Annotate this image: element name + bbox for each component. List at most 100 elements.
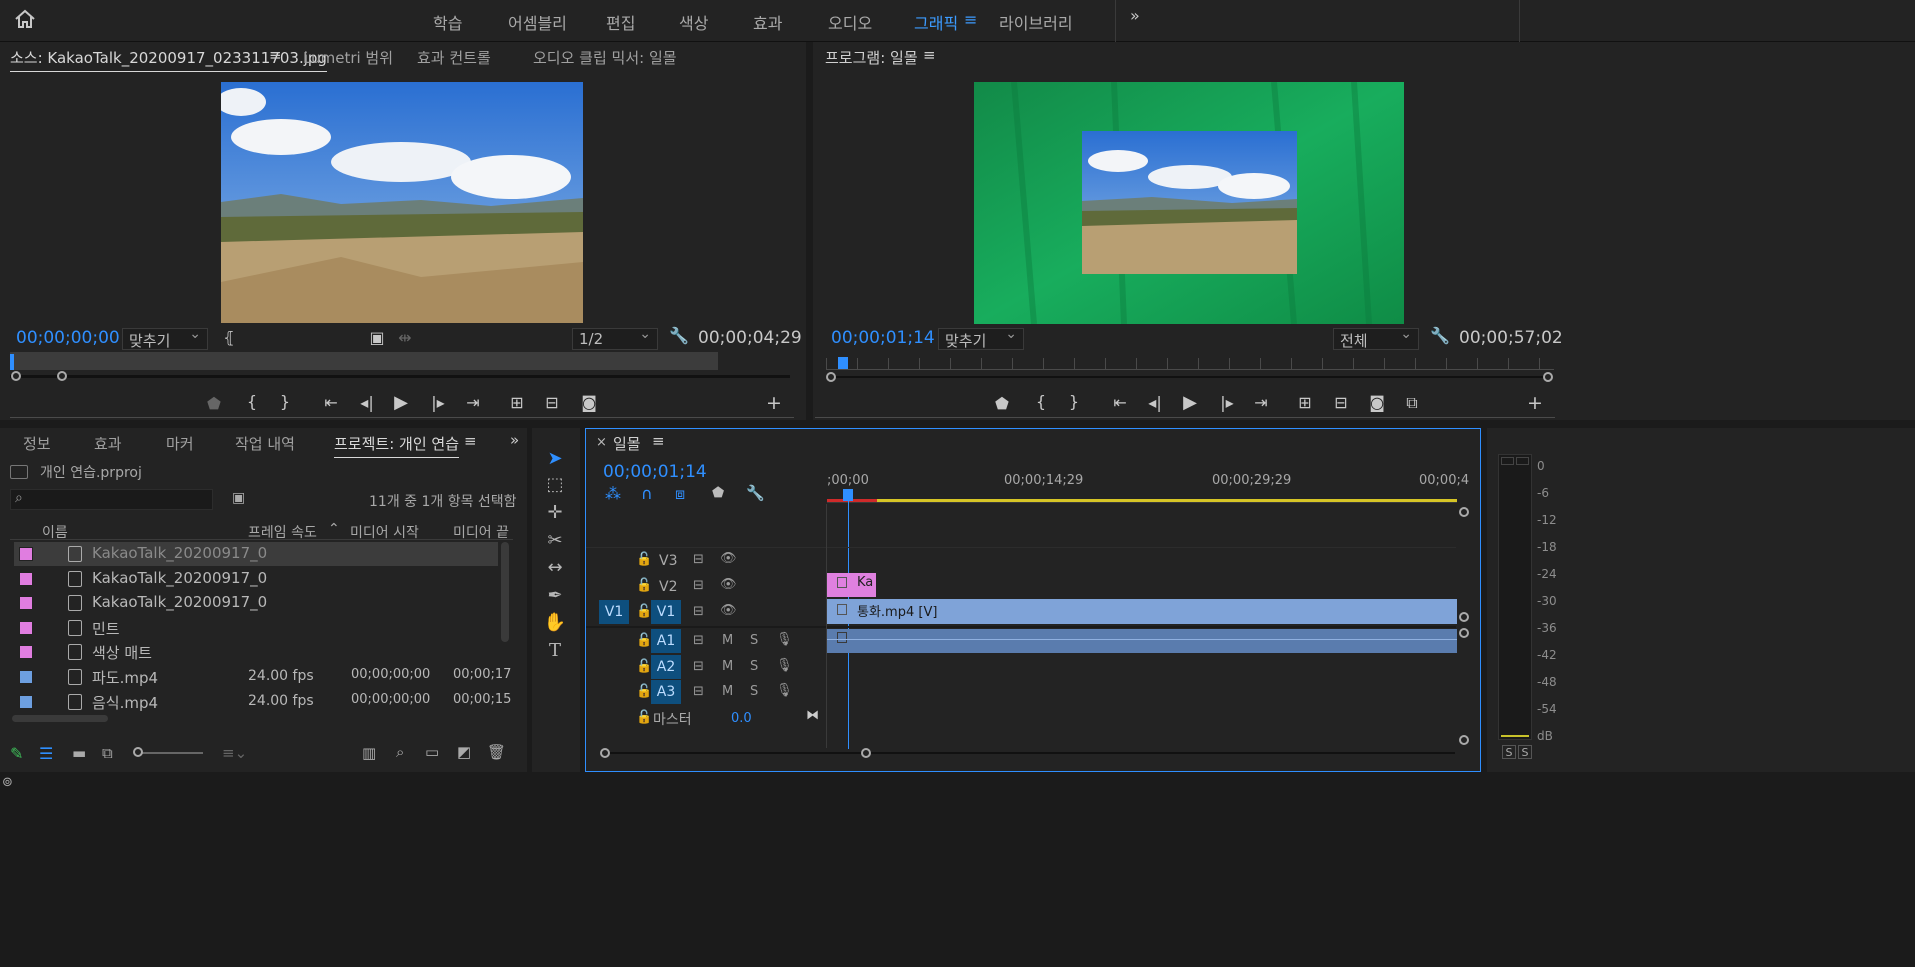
column-name[interactable]: 이름	[42, 522, 68, 542]
vertical-zoom-handle[interactable]	[1459, 628, 1469, 638]
track-label-a1[interactable]: A1	[651, 629, 681, 653]
vertical-zoom-handle[interactable]	[1459, 735, 1469, 745]
program-resolution-dropdown[interactable]: 전체	[1333, 326, 1419, 350]
go-to-edit-icon[interactable]: ⧓	[806, 708, 819, 723]
razor-tool-icon[interactable]: ✂	[541, 528, 569, 554]
project-list-item[interactable]: 음식.mp4 24.00 fps 00;00;00;00 00;00;15	[14, 690, 511, 714]
overwrite-icon[interactable]: ⊟	[541, 393, 563, 412]
lock-icon[interactable]: 🔓	[636, 604, 652, 619]
add-marker-icon[interactable]: ⬟	[991, 394, 1013, 413]
extract-icon[interactable]: ⊟	[1330, 393, 1352, 412]
label-color-swatch[interactable]	[19, 620, 33, 635]
source-scrub-bar[interactable]	[10, 352, 718, 370]
workspace-effects[interactable]: 효과	[753, 10, 782, 34]
zoom-slider[interactable]	[135, 752, 203, 754]
workspace-graphics[interactable]: 그래픽	[914, 10, 958, 34]
step-back-icon[interactable]: ◂|	[356, 393, 378, 412]
go-to-out-icon[interactable]: ⇥	[1250, 393, 1272, 412]
settings-wrench-icon[interactable]: 🔧	[1429, 326, 1451, 345]
track-label-a2[interactable]: A2	[651, 655, 681, 679]
timeline-menu-icon[interactable]: ≡	[652, 432, 665, 450]
label-color-swatch[interactable]	[19, 694, 33, 709]
project-list-item[interactable]: 민트	[14, 616, 498, 640]
column-media-start[interactable]: 미디어 시작	[350, 522, 419, 542]
step-forward-icon[interactable]: |▸	[427, 393, 449, 412]
eye-icon[interactable]: 👁	[720, 603, 737, 618]
zoom-handle-right[interactable]	[861, 748, 871, 758]
work-area-bar[interactable]	[827, 499, 1457, 502]
go-to-in-icon[interactable]: ⇤	[320, 393, 342, 412]
tab-effects[interactable]: 효과	[94, 433, 122, 454]
workspace-audio[interactable]: 오디오	[828, 10, 872, 34]
camera-icon[interactable]: ◙	[578, 393, 600, 412]
go-to-in-icon[interactable]: ⇤	[1109, 393, 1131, 412]
program-ruler[interactable]	[826, 358, 1554, 370]
microphone-icon[interactable]: 🎙	[776, 632, 793, 647]
project-list-item[interactable]: 파도.mp4 24.00 fps 00;00;00;00 00;00;17	[14, 665, 511, 689]
trash-icon[interactable]: 🗑	[487, 743, 506, 761]
drag-video-icon[interactable]: ⇹	[394, 328, 416, 347]
source-zoom-dropdown[interactable]: 맞추기	[122, 326, 208, 350]
step-forward-icon[interactable]: |▸	[1216, 393, 1238, 412]
pencil-icon[interactable]: ✎	[10, 744, 23, 763]
time-ruler[interactable]: ;00;00 00;00;14;29 00;00;29;29 00;00;4	[827, 469, 1469, 503]
lock-icon[interactable]: 🔓	[636, 710, 652, 725]
new-bin-icon[interactable]: ▭	[425, 743, 439, 761]
solo-button[interactable]: S	[750, 684, 758, 699]
project-list-item[interactable]: KakaoTalk_20200917_0	[14, 542, 498, 566]
horizontal-scrollbar[interactable]	[12, 715, 108, 722]
sort-icon[interactable]: ≡⌄	[222, 744, 247, 762]
track-select-tool-icon[interactable]: ⬚	[541, 472, 569, 498]
play-icon[interactable]: ▶	[1179, 392, 1201, 413]
tab-markers[interactable]: 마커	[166, 433, 194, 454]
settings-wrench-icon[interactable]: 🔧	[746, 484, 765, 502]
add-button-icon[interactable]: +	[1524, 392, 1546, 414]
sync-lock-icon[interactable]: ⊟	[693, 684, 704, 699]
lock-icon[interactable]: 🔓	[636, 633, 652, 648]
tab-info[interactable]: 정보	[23, 433, 51, 454]
sync-lock-icon[interactable]: ⊟	[693, 552, 704, 567]
mark-in-icon[interactable]: {	[1030, 392, 1052, 411]
program-playhead[interactable]	[838, 357, 848, 369]
workspace-editing[interactable]: 편집	[606, 10, 635, 34]
lock-icon[interactable]: 🔓	[636, 552, 652, 567]
close-icon[interactable]: ×	[596, 435, 607, 450]
freeform-view-icon[interactable]: ⧉	[102, 744, 113, 762]
project-search-input[interactable]: ⌕	[10, 489, 213, 510]
vertical-zoom-handle[interactable]	[1459, 612, 1469, 622]
more-workspaces-icon[interactable]: »	[1130, 6, 1140, 25]
tab-history[interactable]: 작업 내역	[235, 433, 295, 454]
tab-lumetri[interactable]: Lumetri 범위	[303, 47, 393, 68]
mark-out-icon[interactable]: }	[274, 392, 296, 411]
project-list-item[interactable]: KakaoTalk_20200917_0	[14, 567, 498, 591]
slip-tool-icon[interactable]: ↔	[541, 555, 569, 581]
zoom-handle-right[interactable]	[57, 371, 67, 381]
lock-icon[interactable]: 🔓	[636, 578, 652, 593]
step-back-icon[interactable]: ◂|	[1144, 393, 1166, 412]
clip-v2-graphic[interactable]: Ka	[827, 573, 876, 597]
find-icon[interactable]: ⌕	[396, 743, 404, 761]
go-to-out-icon[interactable]: ⇥	[462, 393, 484, 412]
label-color-swatch[interactable]	[19, 547, 33, 561]
solo-button[interactable]: S	[750, 633, 758, 648]
program-zoom-bar[interactable]	[826, 376, 1548, 378]
zoom-handle-left[interactable]	[826, 372, 836, 382]
program-current-timecode[interactable]: 00;00;01;14	[831, 328, 935, 348]
source-current-timecode[interactable]: 00;00;00;00	[16, 328, 120, 348]
label-color-swatch[interactable]	[19, 670, 33, 684]
source-zoom-bar[interactable]	[10, 375, 790, 378]
sort-asc-icon[interactable]: ⌃	[328, 521, 340, 537]
source-resolution-dropdown[interactable]: 1/2	[572, 326, 658, 350]
program-menu-icon[interactable]: ≡	[923, 46, 936, 64]
add-marker-icon[interactable]: ⬟	[203, 394, 225, 413]
workspace-menu-icon[interactable]: ≡	[964, 10, 977, 29]
source-playhead[interactable]	[10, 354, 14, 370]
mark-in-icon[interactable]: {	[241, 392, 263, 411]
source-patch-v1[interactable]: V1	[599, 600, 629, 624]
sync-lock-icon[interactable]: ⊟	[693, 659, 704, 674]
more-panels-icon[interactable]: »	[510, 431, 519, 449]
workspace-assembly[interactable]: 어셈블리	[508, 10, 567, 34]
workspace-learn[interactable]: 학습	[433, 10, 462, 34]
export-frame-icon[interactable]: ▣	[366, 328, 388, 347]
vertical-zoom-handle[interactable]	[1459, 507, 1469, 517]
